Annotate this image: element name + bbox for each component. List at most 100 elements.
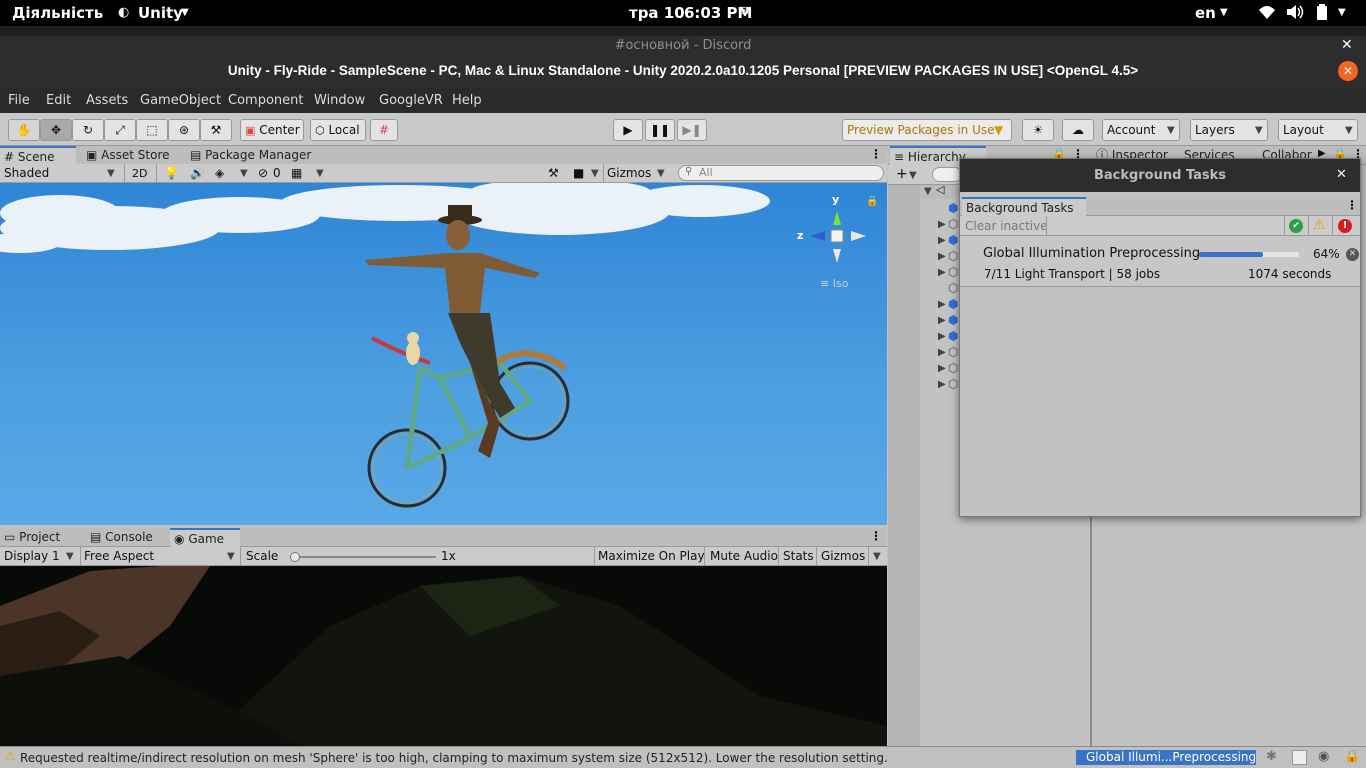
game-viewport[interactable] — [0, 566, 887, 746]
wifi-icon[interactable] — [1258, 4, 1276, 24]
panel-menu-icon[interactable]: ⋮ — [870, 147, 882, 161]
menu-edit[interactable]: Edit — [46, 93, 71, 108]
expand-arrow-icon[interactable]: ▶ — [938, 331, 946, 342]
camera-icon[interactable]: ■ — [573, 166, 584, 180]
expand-arrow-icon[interactable]: ▶ — [938, 251, 946, 262]
tab-package-manager[interactable]: ▤ Package Manager — [186, 146, 326, 165]
menu-component[interactable]: Component — [228, 93, 303, 108]
expand-arrow-icon[interactable]: ▶ — [938, 235, 946, 246]
bg-tasks-titlebar[interactable]: Background Tasks ✕ — [960, 159, 1360, 192]
hidden-objects-icon[interactable]: ⊘ — [258, 166, 268, 180]
expand-arrow-icon[interactable]: ▶ — [938, 347, 946, 358]
collab-button[interactable]: ☀ — [1022, 119, 1054, 141]
chevron-down-icon[interactable]: ▼ — [909, 170, 917, 181]
scale-slider[interactable] — [290, 552, 436, 562]
hierarchy-search-input[interactable] — [932, 167, 962, 182]
pause-button[interactable]: ❚❚ — [645, 119, 675, 141]
layers-dropdown[interactable]: Layers ▼ — [1190, 119, 1268, 141]
bug-icon[interactable]: ✱ — [1266, 749, 1277, 764]
cloud-button[interactable]: ☁ — [1062, 119, 1094, 141]
expand-arrow-icon[interactable]: ▶ — [938, 379, 946, 390]
discord-window-title[interactable]: #основной - Discord ✕ — [0, 36, 1366, 56]
hand-tool-button[interactable]: ✋ — [8, 119, 40, 141]
expand-arrow-icon[interactable]: ▶ — [938, 315, 946, 326]
tab-scene[interactable]: # Scene — [0, 146, 76, 165]
clear-inactive-button[interactable]: Clear inactive — [965, 219, 1048, 233]
scale-slider-thumb[interactable] — [290, 552, 300, 562]
display-dropdown[interactable]: Display 1 — [4, 549, 60, 563]
gizmos-dropdown[interactable]: Gizmos — [607, 166, 651, 180]
menu-window[interactable]: Window — [314, 93, 365, 108]
add-icon[interactable]: + — [896, 166, 908, 182]
rotate-tool-button[interactable]: ↻ — [72, 119, 104, 141]
background-tasks-window[interactable]: Background Tasks ✕ Background Tasks ⋮ Cl… — [959, 158, 1361, 517]
rect-tool-button[interactable]: ⬚ — [136, 119, 168, 141]
scale-tool-button[interactable]: ⤢ — [104, 119, 136, 141]
volume-icon[interactable] — [1286, 4, 1304, 24]
cancel-task-icon[interactable]: ✕ — [1346, 248, 1359, 261]
tab-background-tasks[interactable]: Background Tasks — [962, 197, 1086, 216]
panel-menu-icon[interactable]: ⋮ — [1346, 198, 1358, 212]
pivot-center-button[interactable]: ▣ Center — [240, 119, 304, 141]
shading-mode-dropdown[interactable]: Shaded — [4, 166, 49, 180]
preview-packages-button[interactable]: Preview Packages in Use ▼ — [842, 119, 1012, 141]
lock-icon[interactable]: 🔒 — [866, 196, 878, 207]
error-filter-icon[interactable]: ! — [1338, 219, 1352, 233]
2d-toggle[interactable]: 2D — [132, 167, 147, 180]
task-row[interactable]: Global Illumination Preprocessing 64% ✕ … — [960, 237, 1360, 287]
gizmos-toggle[interactable]: Gizmos — [821, 549, 865, 563]
tools-icon[interactable]: ⚒ — [548, 166, 559, 180]
tab-console[interactable]: ▤ Console — [86, 528, 166, 547]
aspect-dropdown[interactable]: Free Aspect — [84, 549, 154, 563]
background-progress-indicator[interactable]: Global Illumi...Preprocessing — [1076, 750, 1256, 765]
ok-filter-icon[interactable]: ✔ — [1289, 219, 1303, 233]
scene-viewport[interactable]: y z 🔒 ≡ Iso — [0, 183, 887, 525]
effects-icon[interactable]: ◈ — [215, 166, 224, 180]
transform-tool-button[interactable]: ⊛ — [168, 119, 200, 141]
expand-arrow-icon[interactable]: ▶ — [938, 267, 946, 278]
menu-assets[interactable]: Assets — [86, 93, 128, 108]
menu-help[interactable]: Help — [452, 93, 482, 108]
status-message[interactable]: Requested realtime/indirect resolution o… — [20, 751, 888, 765]
layout-dropdown[interactable]: Layout ▼ — [1278, 119, 1358, 141]
panel-menu-icon[interactable]: ⋮ — [870, 529, 882, 543]
activities-button[interactable]: Діяльність — [12, 4, 103, 22]
unity-title-bar[interactable]: Unity - Fly-Ride - SampleScene - PC, Mac… — [0, 56, 1366, 86]
battery-icon[interactable] — [1316, 4, 1328, 24]
close-icon[interactable]: ✕ — [1336, 167, 1347, 182]
scene-search-input[interactable]: ⚲ All — [678, 165, 884, 181]
window-close-button[interactable]: ✕ — [1338, 61, 1358, 81]
projection-label[interactable]: ≡ Iso — [820, 277, 848, 290]
expand-arrow-icon[interactable]: ▶ — [938, 299, 946, 310]
tab-game[interactable]: ◉ Game — [170, 528, 240, 547]
custom-tool-button[interactable]: ⚒ — [200, 119, 232, 141]
orientation-gizmo[interactable]: y z 🔒 ≡ Iso — [797, 191, 880, 290]
move-tool-button[interactable]: ✥ — [40, 119, 72, 141]
maximize-on-play-toggle[interactable]: Maximize On Play — [598, 549, 705, 563]
pivot-local-button[interactable]: ⬡ Local — [310, 119, 366, 141]
warning-filter-icon[interactable]: ⚠ — [1313, 217, 1326, 233]
lighting-toggle-icon[interactable]: 💡 — [164, 166, 179, 180]
step-button[interactable]: ▶❚ — [677, 119, 707, 141]
menu-file[interactable]: File — [8, 93, 30, 108]
autogenerate-icon[interactable] — [1292, 750, 1307, 765]
menu-googlevr[interactable]: GoogleVR — [379, 93, 443, 108]
stats-toggle[interactable]: Stats — [783, 549, 814, 563]
grid-snap-button[interactable]: # — [370, 119, 398, 141]
audio-toggle-icon[interactable]: 🔊 — [190, 166, 205, 180]
account-dropdown[interactable]: Account ▼ — [1102, 119, 1180, 141]
clock-date[interactable]: тра 10 — [629, 4, 685, 22]
expand-arrow-icon[interactable]: ▶ — [938, 363, 946, 374]
chevron-down-icon[interactable]: ▼ — [873, 551, 881, 562]
tab-asset-store[interactable]: ▣ Asset Store — [82, 146, 182, 165]
system-menu-chevron-icon[interactable]: ▼ — [1338, 7, 1346, 18]
lighting-icon[interactable]: ◉ — [1318, 749, 1329, 764]
keyboard-layout[interactable]: en — [1195, 4, 1216, 22]
lock-icon[interactable]: 🔒 — [1344, 749, 1360, 764]
app-menu-button[interactable]: Unity — [138, 4, 183, 22]
tab-project[interactable]: ▭ Project — [0, 528, 82, 547]
expand-arrow-icon[interactable]: ▶ — [938, 219, 946, 230]
close-icon[interactable]: ✕ — [1341, 37, 1353, 53]
play-button[interactable]: ▶ — [613, 119, 643, 141]
menu-gameobject[interactable]: GameObject — [140, 93, 221, 108]
